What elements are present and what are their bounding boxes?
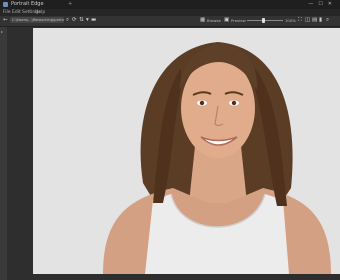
preview-label[interactable]: Preview	[231, 17, 246, 24]
dropdown-arrow-icon[interactable]: ▾	[86, 17, 89, 24]
browse-icon[interactable]: ▦	[200, 17, 205, 24]
browse-label[interactable]: Browse	[207, 17, 221, 24]
zoom-value: 100%	[285, 18, 296, 23]
refresh-icon[interactable]: ⟳	[72, 17, 77, 24]
preview-icon[interactable]: ▣	[224, 17, 229, 24]
left-side-panel	[0, 27, 7, 280]
portrait-photo	[33, 28, 340, 274]
file-path-field[interactable]: C:\Users\...\Retouching\portrait.jpg	[10, 17, 64, 23]
menu-help[interactable]: Help	[35, 9, 45, 16]
zoom-search-icon[interactable]: ⌕	[326, 17, 329, 24]
window-controls[interactable]: —☐✕	[308, 1, 337, 8]
lock-icon[interactable]: ▮	[319, 17, 322, 24]
zoom-slider-knob[interactable]	[262, 18, 266, 23]
search-icon[interactable]: ⌕	[66, 17, 69, 24]
sort-icon[interactable]: ⇅	[79, 17, 84, 24]
menu-edit[interactable]: Edit	[12, 9, 21, 16]
menu-file[interactable]: File	[3, 9, 11, 16]
grid-icon[interactable]: ▤	[312, 17, 317, 24]
new-tab-button[interactable]: +	[68, 1, 72, 8]
back-arrow-icon[interactable]: ←	[3, 17, 8, 24]
photo-canvas[interactable]	[33, 28, 340, 274]
panel-collapse-icon[interactable]: ▸	[1, 29, 3, 34]
folder-icon[interactable]: ▬	[91, 17, 96, 24]
app-title: Portrait Edge	[11, 1, 44, 7]
title-bar	[0, 0, 340, 9]
fit-screen-icon[interactable]: ⛶	[298, 17, 302, 24]
compare-icon[interactable]: ◫	[305, 17, 310, 24]
menu-bar: File Edit Settings Help	[0, 9, 340, 16]
app-logo-icon	[3, 2, 8, 7]
